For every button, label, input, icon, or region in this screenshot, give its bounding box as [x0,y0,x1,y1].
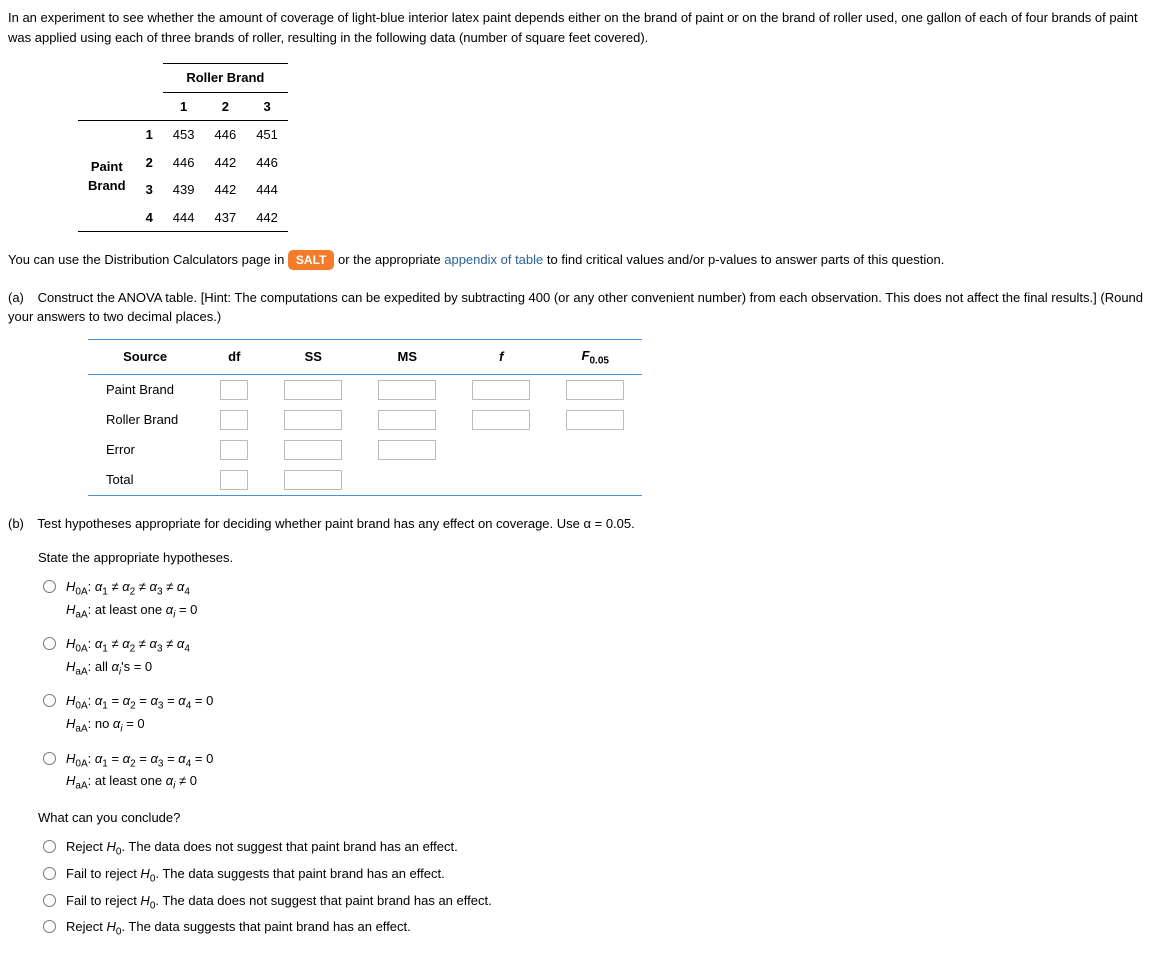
df-input[interactable] [220,470,248,490]
ss-input[interactable] [284,410,342,430]
cell: 446 [205,121,247,149]
conc-radio-2[interactable] [43,867,56,880]
cell: 442 [205,176,247,204]
conclude-label: What can you conclude? [38,808,1161,828]
part-b-text: Test hypotheses appropriate for deciding… [37,516,634,531]
anova-h-ss: SS [266,339,360,375]
anova-h-f: f [454,339,548,375]
cell: 451 [246,121,288,149]
paint-brand-header: PaintBrand [78,121,136,232]
conc-radio-3[interactable] [43,894,56,907]
hyp-radio-1[interactable] [43,580,56,593]
calc-p3: to find critical values and/or p-values … [547,252,944,267]
f-input[interactable] [472,410,530,430]
ss-input[interactable] [284,440,342,460]
df-input[interactable] [220,440,248,460]
anova-table: Source df SS MS f F0.05 Paint Brand Roll… [88,339,642,497]
anova-src-1: Roller Brand [88,405,202,435]
data-table-container: Roller Brand 1 2 3 PaintBrand 1 453 446 … [78,63,1161,232]
state-hypotheses: State the appropriate hypotheses. [38,548,1161,568]
cell: 442 [205,149,247,177]
fcrit-input[interactable] [566,410,624,430]
conc-text-2: Fail to reject H0. The data suggests tha… [66,864,445,887]
anova-src-2: Error [88,435,202,465]
anova-src-3: Total [88,465,202,496]
part-a-text: Construct the ANOVA table. [Hint: The co… [8,290,1143,325]
row-3: 3 [136,176,163,204]
conc-radio-1[interactable] [43,840,56,853]
cell: 444 [246,176,288,204]
hyp-radio-3[interactable] [43,694,56,707]
cell: 453 [163,121,205,149]
roller-brand-header: Roller Brand [163,64,288,93]
ss-input[interactable] [284,470,342,490]
conc-text-4: Reject H0. The data suggests that paint … [66,917,411,940]
salt-badge[interactable]: SALT [288,250,334,270]
cell: 439 [163,176,205,204]
hyp-radio-4[interactable] [43,752,56,765]
anova-h-df: df [202,339,266,375]
cell: 444 [163,204,205,232]
intro-text: In an experiment to see whether the amou… [8,8,1161,47]
anova-h-source: Source [88,339,202,375]
part-b-label: (b) [8,514,34,534]
hypothesis-options: H0A: α1 ≠ α2 ≠ α3 ≠ α4HaA: at least one … [38,577,1161,794]
row-2: 2 [136,149,163,177]
col-3: 3 [246,92,288,121]
cell: 446 [246,149,288,177]
part-a-label: (a) [8,288,34,308]
ms-input[interactable] [378,410,436,430]
conc-text-3: Fail to reject H0. The data does not sug… [66,891,492,914]
df-input[interactable] [220,380,248,400]
anova-src-0: Paint Brand [88,375,202,406]
cell: 442 [246,204,288,232]
conc-radio-4[interactable] [43,920,56,933]
col-2: 2 [205,92,247,121]
row-1: 1 [136,121,163,149]
cell: 446 [163,149,205,177]
part-a: (a) Construct the ANOVA table. [Hint: Th… [8,288,1161,497]
part-b: (b) Test hypotheses appropriate for deci… [8,514,1161,940]
cell: 437 [205,204,247,232]
ms-input[interactable] [378,440,436,460]
conc-text-1: Reject H0. The data does not suggest tha… [66,837,458,860]
col-1: 1 [163,92,205,121]
ss-input[interactable] [284,380,342,400]
ms-input[interactable] [378,380,436,400]
data-table: Roller Brand 1 2 3 PaintBrand 1 453 446 … [78,63,288,232]
calc-p2: or the appropriate [338,252,444,267]
conclusion-options: Reject H0. The data does not suggest tha… [38,837,1161,939]
calc-p1: You can use the Distribution Calculators… [8,252,288,267]
f-input[interactable] [472,380,530,400]
df-input[interactable] [220,410,248,430]
row-4: 4 [136,204,163,232]
calc-line: You can use the Distribution Calculators… [8,250,1161,270]
anova-h-fcrit: F0.05 [548,339,642,375]
fcrit-input[interactable] [566,380,624,400]
anova-h-ms: MS [360,339,454,375]
hyp-radio-2[interactable] [43,637,56,650]
appendix-link[interactable]: appendix of table [444,252,543,267]
